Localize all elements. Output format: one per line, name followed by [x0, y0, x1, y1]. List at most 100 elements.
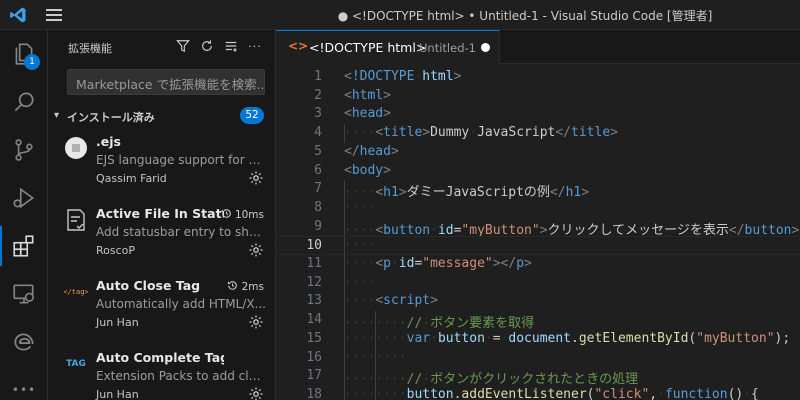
extension-item[interactable]: </tag> Auto Close Tag 2ms Automatically …	[48, 274, 276, 346]
indent-guide	[375, 329, 377, 349]
refresh-icon[interactable]	[199, 38, 215, 54]
tab-description: Untitled-1	[419, 41, 476, 55]
activity-search[interactable]	[0, 78, 48, 126]
code-text: ········//·ボタン要素を取得	[344, 316, 535, 332]
code-text: ········var·button·=·document.getElement…	[344, 330, 791, 346]
activity-more[interactable]: •••	[0, 366, 48, 400]
code-line[interactable]: 17 ········//·ボタンがクリックされたときの処理	[276, 367, 800, 388]
unsaved-dot-icon[interactable]	[481, 43, 490, 52]
extension-publisher: Qassim Farid	[96, 172, 167, 185]
code-line[interactable]: 7 ····<h1>ダミーJavaScriptの例</h1>	[276, 180, 800, 200]
line-number: 1	[314, 69, 322, 84]
line-number: 7	[314, 181, 322, 197]
extension-name: Auto Close Tag	[96, 278, 201, 293]
code-line[interactable]: 12 ····	[276, 273, 800, 293]
code-line[interactable]: 18 ········button.addEventListener("click…	[276, 385, 800, 400]
history-icon	[227, 281, 241, 293]
code-line[interactable]: 8 ····	[276, 198, 800, 218]
extension-description: EJS language support for Vi...	[96, 153, 266, 167]
chevron-down-icon: ▾	[54, 110, 60, 121]
installed-section-label: インストール済み	[67, 111, 155, 124]
line-number: 14	[306, 312, 322, 328]
indent-guide	[344, 367, 345, 387]
extension-item[interactable]: .ejs EJS language support for Vi... Qass…	[48, 130, 276, 202]
indent-guide	[344, 255, 345, 274]
ejs-icon	[64, 136, 88, 160]
code-line[interactable]: 3 <head>	[276, 105, 800, 124]
code-line[interactable]: 11 ····<p·id="message"></p>	[276, 255, 800, 274]
line-number: 8	[314, 199, 322, 215]
indent-guide	[344, 198, 345, 218]
code-text: ····	[344, 238, 376, 254]
filter-icon[interactable]	[175, 38, 191, 54]
line-number: 2	[314, 87, 322, 103]
code-line[interactable]: 10 ····	[276, 236, 800, 257]
activity-edge-devtools[interactable]	[0, 318, 48, 366]
extensions-icon	[13, 235, 34, 257]
html-file-icon: <>	[288, 39, 309, 53]
file-text-icon	[64, 208, 88, 232]
indent-guide	[344, 237, 345, 257]
code-line[interactable]: 2 <html>	[276, 87, 800, 106]
code-line[interactable]: 5 </head>	[276, 143, 800, 162]
gear-icon[interactable]	[248, 242, 264, 258]
close-tag-logo-icon: </tag>	[63, 288, 89, 296]
code-text: <html>	[344, 87, 391, 103]
line-number: 9	[314, 218, 322, 234]
source-control-icon	[15, 139, 33, 161]
code-line[interactable]: 15 ········var·button·=·document.getEleme…	[276, 329, 800, 349]
indent-guide	[344, 292, 345, 312]
line-number: 3	[314, 106, 322, 122]
code-line[interactable]: 14 ········//·ボタン要素を取得	[276, 311, 800, 332]
code-line[interactable]: 16········	[276, 348, 800, 368]
indent-guide	[375, 385, 377, 400]
code-text: ········//·ボタンがクリックされたときの処理	[344, 372, 639, 388]
more-actions-icon[interactable]: ···	[247, 38, 263, 54]
gear-icon[interactable]	[248, 314, 264, 330]
code-text: ····<button·id="myButton">クリックしてメッセージを表示…	[344, 222, 800, 238]
activity-explorer[interactable]: 1	[0, 30, 48, 78]
activity-extensions[interactable]	[0, 222, 48, 270]
indent-guide	[344, 311, 345, 331]
extension-name: Auto Complete Tag	[96, 350, 224, 365]
line-number: 11	[306, 256, 322, 271]
edge-icon	[14, 333, 34, 351]
extension-search-input[interactable]: Marketplace で拡張機能を検索...	[67, 69, 265, 95]
window-title: ● <!DOCTYPE html> • Untitled-1 - Visual …	[337, 9, 713, 23]
code-line[interactable]: 1 <!DOCTYPE·html>	[276, 68, 800, 87]
activity-bar: 1 •••	[0, 30, 48, 400]
tab-bar: <> <!DOCTYPE html> Untitled-1	[276, 30, 800, 64]
extension-name: Active File In Statu...	[96, 206, 224, 221]
tag-logo-icon: TAG	[66, 359, 86, 369]
history-icon	[221, 209, 235, 221]
line-number: 10	[306, 238, 322, 254]
code-text: ····<script>	[344, 293, 438, 309]
indent-guide	[344, 273, 345, 293]
ellipsis-icon: •••	[11, 383, 37, 397]
code-line[interactable]: 6 <body>	[276, 162, 800, 181]
line-number: 6	[314, 162, 322, 178]
code-text: <!DOCTYPE·html>	[344, 69, 462, 84]
activity-remote-explorer[interactable]	[0, 270, 48, 318]
code-editor[interactable]: 1 <!DOCTYPE·html> 2 <html> 3 <head> 4 ····<titl…	[276, 64, 800, 400]
extension-item[interactable]: TAG Auto Complete Tag Extension Packs to…	[48, 346, 276, 400]
line-number: 12	[306, 274, 322, 290]
gear-icon[interactable]	[248, 386, 264, 400]
clear-list-icon[interactable]	[223, 38, 239, 54]
title-bar: ● <!DOCTYPE html> • Untitled-1 - Visual …	[0, 0, 800, 30]
activity-source-control[interactable]	[0, 126, 48, 174]
code-line[interactable]: 9 ····<button·id="myButton">クリックしてメッセージを表…	[276, 217, 800, 238]
extension-description: Add statusbar entry to sho...	[96, 225, 266, 239]
code-line[interactable]: 4 ····<title>Dummy·JavaScript</title>	[276, 124, 800, 144]
extension-item[interactable]: Active File In Statu... 10ms Add statusb…	[48, 202, 276, 274]
installed-section-header[interactable]: ▾ インストール済み 52	[48, 106, 276, 128]
tab-untitled-1[interactable]: <> <!DOCTYPE html> Untitled-1	[276, 30, 500, 64]
indent-guide	[344, 348, 345, 368]
indent-guide	[375, 348, 377, 368]
line-number: 17	[306, 368, 322, 384]
code-text: <head>	[344, 106, 391, 122]
gear-icon[interactable]	[248, 170, 264, 186]
extension-publisher: Jun Han	[96, 388, 139, 400]
activity-run-debug[interactable]	[0, 174, 48, 222]
code-line[interactable]: 13 ····<script>	[276, 292, 800, 312]
